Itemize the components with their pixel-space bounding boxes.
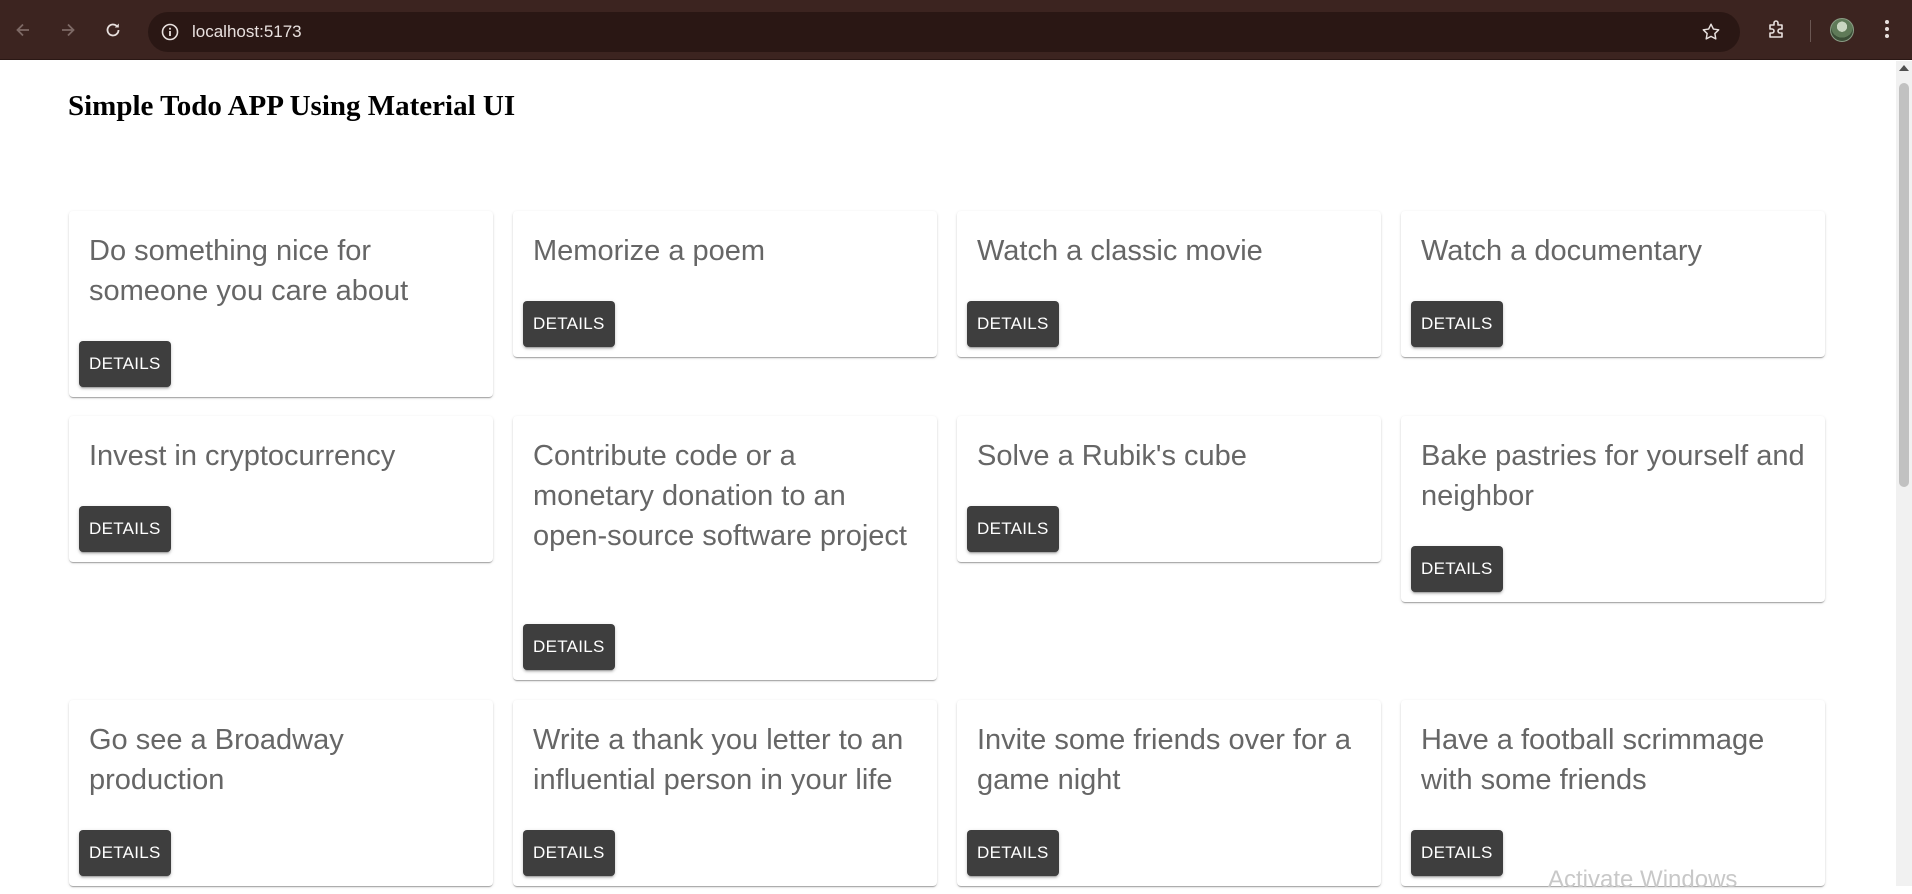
todo-card: Write a thank you letter to an influenti… bbox=[513, 700, 937, 886]
star-icon[interactable] bbox=[1700, 21, 1722, 43]
url-text[interactable]: localhost:5173 bbox=[192, 12, 302, 52]
browser-toolbar: localhost:5173 bbox=[0, 0, 1912, 60]
todo-title: Write a thank you letter to an influenti… bbox=[533, 724, 904, 796]
todo-title: Solve a Rubik's cube bbox=[977, 440, 1247, 472]
todo-title: Invest in cryptocurrency bbox=[89, 440, 396, 472]
todo-title: Do something nice for someone you care a… bbox=[89, 235, 409, 307]
todo-title: Contribute code or a monetary donation t… bbox=[533, 440, 907, 552]
todo-card: Watch a documentary DETAILS bbox=[1401, 211, 1825, 357]
windows-activation-watermark: Activate Windows bbox=[1548, 866, 1738, 893]
details-button[interactable]: DETAILS bbox=[967, 506, 1059, 552]
details-button[interactable]: DETAILS bbox=[79, 341, 171, 387]
todo-card: Solve a Rubik's cube DETAILS bbox=[957, 416, 1381, 562]
scrollbar-thumb[interactable] bbox=[1899, 83, 1909, 487]
page-scrollbar[interactable] bbox=[1896, 61, 1912, 886]
details-button[interactable]: DETAILS bbox=[1411, 830, 1503, 876]
details-button[interactable]: DETAILS bbox=[79, 830, 171, 876]
forward-button[interactable] bbox=[54, 16, 82, 44]
reload-button[interactable] bbox=[99, 16, 127, 44]
todo-title: Memorize a poem bbox=[533, 235, 766, 267]
todo-title: Have a football scrimmage with some frie… bbox=[1421, 724, 1765, 796]
kebab-menu-icon bbox=[1885, 20, 1889, 38]
puzzle-icon bbox=[1769, 20, 1783, 38]
details-button[interactable]: DETAILS bbox=[1411, 301, 1503, 347]
extensions-button[interactable] bbox=[1762, 14, 1792, 44]
todo-title: Bake pastries for yourself and neighbor bbox=[1421, 440, 1805, 512]
todo-card: Invite some friends over for a game nigh… bbox=[957, 700, 1381, 886]
todo-card: Do something nice for someone you care a… bbox=[69, 211, 493, 397]
todo-card: Go see a Broadway production DETAILS bbox=[69, 700, 493, 886]
todo-card: Bake pastries for yourself and neighbor … bbox=[1401, 416, 1825, 602]
todo-title: Watch a classic movie bbox=[977, 235, 1263, 267]
todo-card: Invest in cryptocurrency DETAILS bbox=[69, 416, 493, 562]
details-button[interactable]: DETAILS bbox=[523, 830, 615, 876]
todo-title: Invite some friends over for a game nigh… bbox=[977, 724, 1351, 796]
details-button[interactable]: DETAILS bbox=[523, 301, 615, 347]
browser-menu-button[interactable] bbox=[1872, 14, 1902, 44]
scroll-up-arrow-icon[interactable] bbox=[1899, 65, 1909, 71]
details-button[interactable]: DETAILS bbox=[967, 301, 1059, 347]
details-button[interactable]: DETAILS bbox=[967, 830, 1059, 876]
address-bar[interactable]: localhost:5173 bbox=[148, 12, 1740, 52]
todo-title: Go see a Broadway production bbox=[89, 724, 344, 796]
details-button[interactable]: DETAILS bbox=[523, 624, 615, 670]
info-icon[interactable] bbox=[160, 22, 180, 42]
todo-title: Watch a documentary bbox=[1421, 235, 1702, 267]
toolbar-divider bbox=[1810, 20, 1811, 42]
details-button[interactable]: DETAILS bbox=[79, 506, 171, 552]
back-button[interactable] bbox=[9, 16, 37, 44]
todo-card: Memorize a poem DETAILS bbox=[513, 211, 937, 357]
todo-card: Have a football scrimmage with some frie… bbox=[1401, 700, 1825, 886]
details-button[interactable]: DETAILS bbox=[1411, 546, 1503, 592]
arrow-left-icon bbox=[16, 23, 29, 37]
reload-icon bbox=[106, 23, 120, 37]
todo-card: Watch a classic movie DETAILS bbox=[957, 211, 1381, 357]
todo-card: Contribute code or a monetary donation t… bbox=[513, 416, 937, 680]
page-title: Simple Todo APP Using Material UI bbox=[68, 90, 516, 122]
profile-avatar[interactable] bbox=[1830, 18, 1854, 42]
arrow-right-icon bbox=[62, 23, 75, 37]
